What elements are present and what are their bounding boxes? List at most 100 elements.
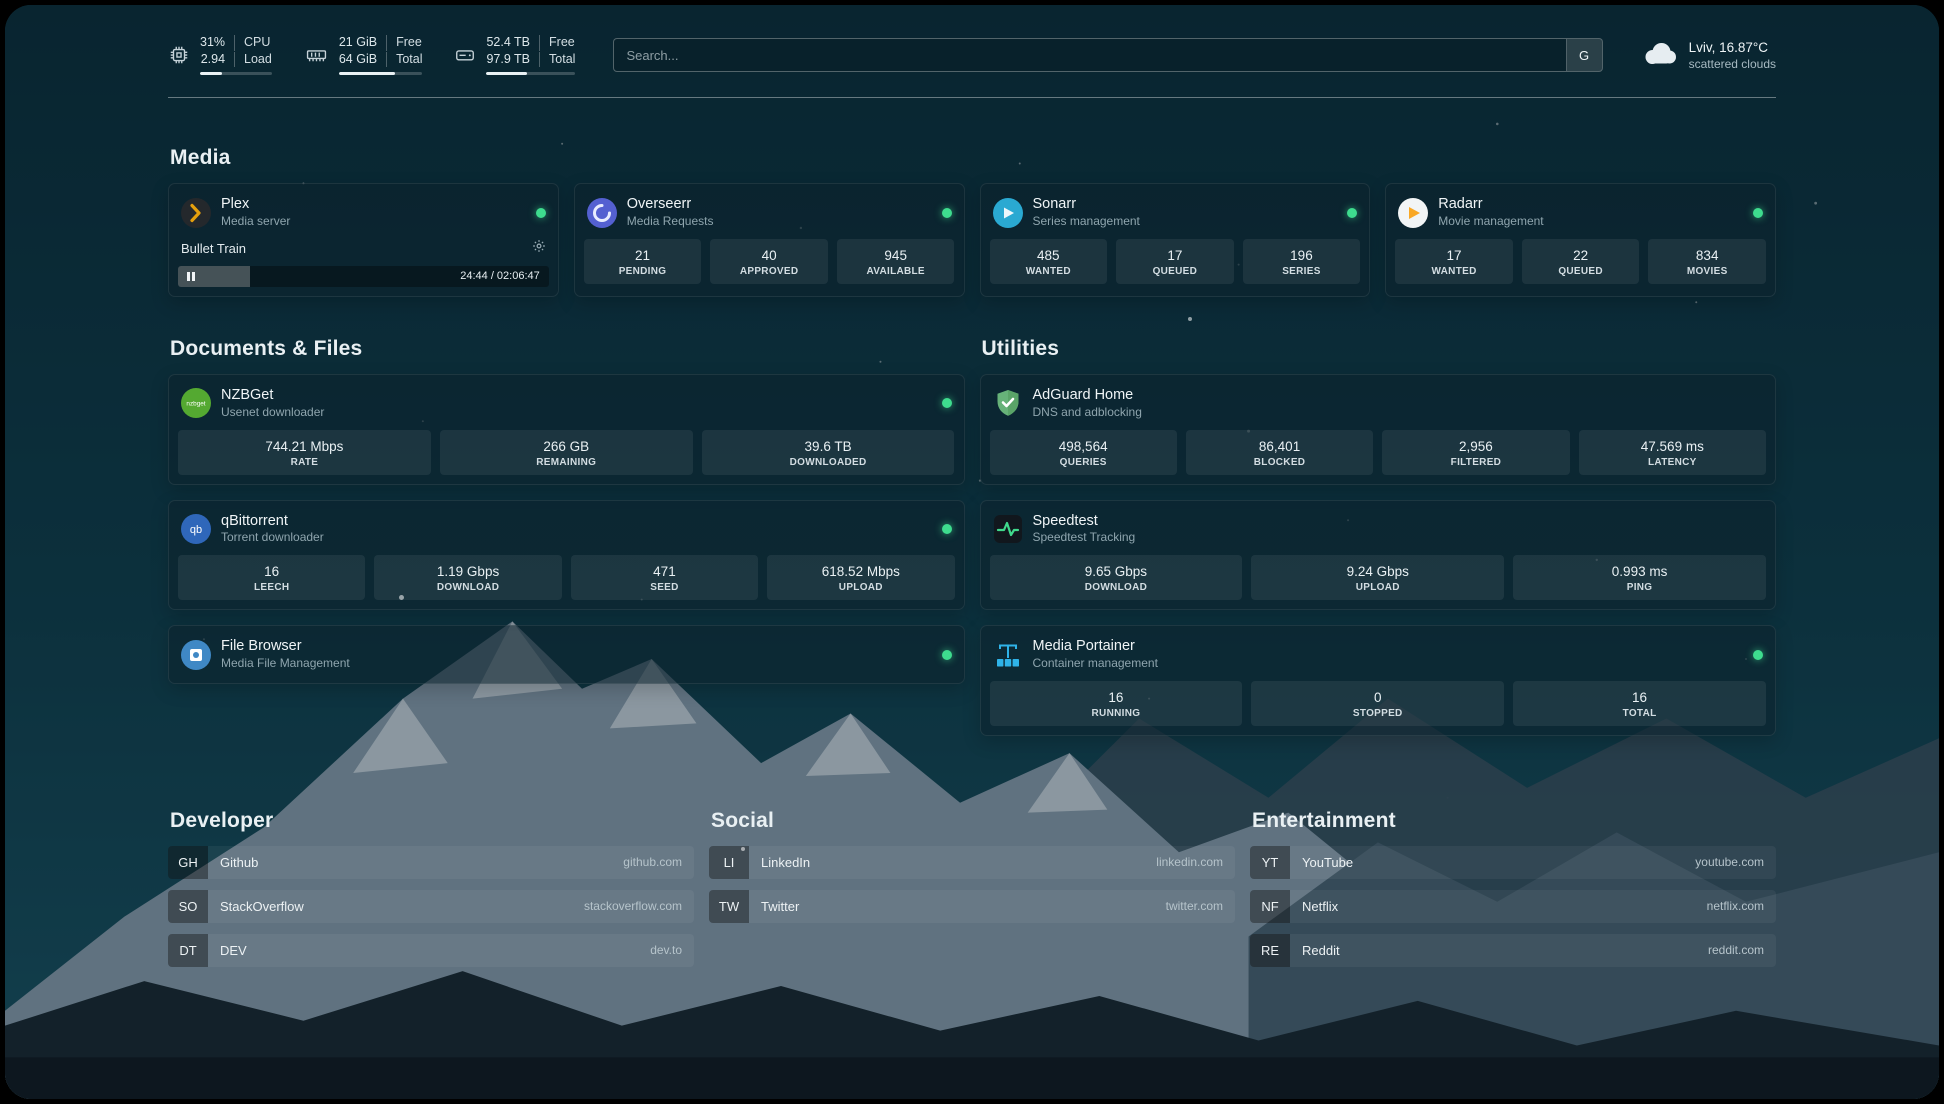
stat-label: PENDING — [588, 266, 698, 277]
status-dot — [1753, 650, 1763, 660]
bookmark-url: dev.to — [650, 934, 694, 967]
bookmark-abbr: YT — [1250, 846, 1290, 879]
stat-value: 86,401 — [1190, 439, 1369, 454]
service-name: File Browser — [221, 638, 350, 655]
section-title-documents: Documents & Files — [170, 337, 965, 361]
bookmark-name: Netflix — [1290, 890, 1350, 923]
playback-time: 24:44 / 02:06:47 — [460, 270, 540, 282]
sonarr-icon — [993, 198, 1023, 228]
service-name: Radarr — [1438, 196, 1543, 213]
service-desc: DNS and adblocking — [1033, 405, 1142, 420]
qbittorrent-icon: qb — [181, 514, 211, 544]
bookmark-abbr: DT — [168, 934, 208, 967]
memory-total-value: 64 GiB — [339, 52, 386, 68]
stat-value: 834 — [1652, 248, 1762, 263]
service-desc: Media Requests — [627, 214, 714, 229]
bookmark-url: stackoverflow.com — [584, 890, 694, 923]
status-dot — [1347, 208, 1357, 218]
cpu-progress-fill — [200, 72, 222, 75]
plex-now-playing: Bullet Train 24:44 / 02:06:4 — [178, 239, 549, 287]
memory-progress-fill — [339, 72, 395, 75]
bookmark-twitter[interactable]: TW Twitter twitter.com — [709, 890, 1235, 923]
stat-value: 0.993 ms — [1517, 564, 1762, 579]
stat-seed: 471 SEED — [571, 555, 758, 600]
service-card-portainer[interactable]: Media Portainer Container management 16 … — [980, 625, 1777, 736]
service-name: qBittorrent — [221, 513, 324, 530]
section-title-utilities: Utilities — [982, 337, 1777, 361]
stat-value: 16 — [182, 564, 361, 579]
cloud-icon — [1641, 39, 1678, 71]
search-provider-label: G — [1579, 48, 1589, 63]
service-card-plex[interactable]: Plex Media server Bullet Train — [168, 183, 559, 297]
header-divider — [168, 97, 1776, 98]
service-name: Media Portainer — [1033, 638, 1158, 655]
adguard-icon — [993, 388, 1023, 418]
bookmark-abbr: NF — [1250, 890, 1290, 923]
stat-label: SERIES — [1247, 266, 1357, 277]
svg-text:qb: qb — [190, 524, 202, 536]
bookmark-name: LinkedIn — [749, 846, 822, 879]
status-dot — [536, 208, 546, 218]
service-card-nzbget[interactable]: nzbget NZBGet Usenet downloader 744.21 M… — [168, 374, 965, 485]
stat-label: WANTED — [994, 266, 1104, 277]
search-input[interactable] — [613, 38, 1602, 72]
service-desc: Media File Management — [221, 656, 350, 671]
dashboard-screen: 31% CPU 2.94 Load — [5, 5, 1939, 1099]
bookmark-url: twitter.com — [1166, 890, 1235, 923]
service-desc: Media server — [221, 214, 290, 229]
service-name: Plex — [221, 196, 290, 213]
bookmark-stackoverflow[interactable]: SO StackOverflow stackoverflow.com — [168, 890, 694, 923]
stat-filtered: 2,956 FILTERED — [1382, 430, 1569, 475]
bookmark-github[interactable]: GH Github github.com — [168, 846, 694, 879]
stat-upload: 618.52 Mbps UPLOAD — [767, 555, 954, 600]
stat-label: FILTERED — [1386, 457, 1565, 468]
bookmark-abbr: RE — [1250, 934, 1290, 967]
service-card-filebrowser[interactable]: File Browser Media File Management — [168, 625, 965, 684]
status-dot — [942, 208, 952, 218]
stat-label: DOWNLOAD — [994, 582, 1239, 593]
portainer-icon — [993, 640, 1023, 670]
disk-widget: 52.4 TB Free 97.9 TB Total — [454, 35, 575, 75]
bookmark-netflix[interactable]: NF Netflix netflix.com — [1250, 890, 1776, 923]
search-provider-button[interactable]: G — [1566, 39, 1602, 71]
bookmark-url: reddit.com — [1708, 934, 1776, 967]
bookmark-dev[interactable]: DT DEV dev.to — [168, 934, 694, 967]
playback-progress-bar[interactable]: 24:44 / 02:06:47 — [178, 266, 549, 287]
service-card-qbittorrent[interactable]: qb qBittorrent Torrent downloader 16 LEE… — [168, 500, 965, 611]
service-card-speedtest[interactable]: Speedtest Speedtest Tracking 9.65 Gbps D… — [980, 500, 1777, 611]
disk-progress-fill — [486, 72, 527, 75]
stat-blocked: 86,401 BLOCKED — [1186, 430, 1373, 475]
bookmark-url: netflix.com — [1707, 890, 1776, 923]
service-name: Speedtest — [1033, 513, 1136, 530]
stat-label: QUEUED — [1526, 266, 1636, 277]
stat-download: 9.65 Gbps DOWNLOAD — [990, 555, 1243, 600]
service-card-overseerr[interactable]: Overseerr Media Requests 21 PENDING 40 A… — [574, 183, 965, 297]
service-desc: Container management — [1033, 656, 1158, 671]
cpu-widget: 31% CPU 2.94 Load — [168, 35, 272, 75]
stat-value: 744.21 Mbps — [182, 439, 427, 454]
bookmark-youtube[interactable]: YT YouTube youtube.com — [1250, 846, 1776, 879]
gear-icon[interactable] — [532, 239, 546, 258]
bookmark-linkedin[interactable]: LI LinkedIn linkedin.com — [709, 846, 1235, 879]
pause-icon[interactable] — [187, 272, 195, 281]
service-card-sonarr[interactable]: Sonarr Series management 485 WANTED 17 Q… — [980, 183, 1371, 297]
service-card-radarr[interactable]: Radarr Movie management 17 WANTED 22 QUE… — [1385, 183, 1776, 297]
section-title-social: Social — [711, 809, 1235, 833]
stat-remaining: 266 GB REMAINING — [440, 430, 693, 475]
resource-widgets: 31% CPU 2.94 Load — [168, 35, 575, 75]
stat-value: 21 — [588, 248, 698, 263]
cpu-load-label: Load — [234, 52, 272, 68]
disk-free-label: Free — [539, 35, 575, 51]
bookmark-name: Twitter — [749, 890, 811, 923]
bookmark-name: Reddit — [1290, 934, 1352, 967]
bookmark-name: StackOverflow — [208, 890, 316, 923]
stat-label: UPLOAD — [771, 582, 950, 593]
stat-value: 945 — [841, 248, 951, 263]
stat-value: 17 — [1120, 248, 1230, 263]
speedtest-icon — [993, 514, 1023, 544]
stat-label: STOPPED — [1255, 708, 1500, 719]
service-card-adguard[interactable]: AdGuard Home DNS and adblocking 498,564 … — [980, 374, 1777, 485]
disk-icon — [454, 44, 476, 66]
service-desc: Movie management — [1438, 214, 1543, 229]
bookmark-reddit[interactable]: RE Reddit reddit.com — [1250, 934, 1776, 967]
